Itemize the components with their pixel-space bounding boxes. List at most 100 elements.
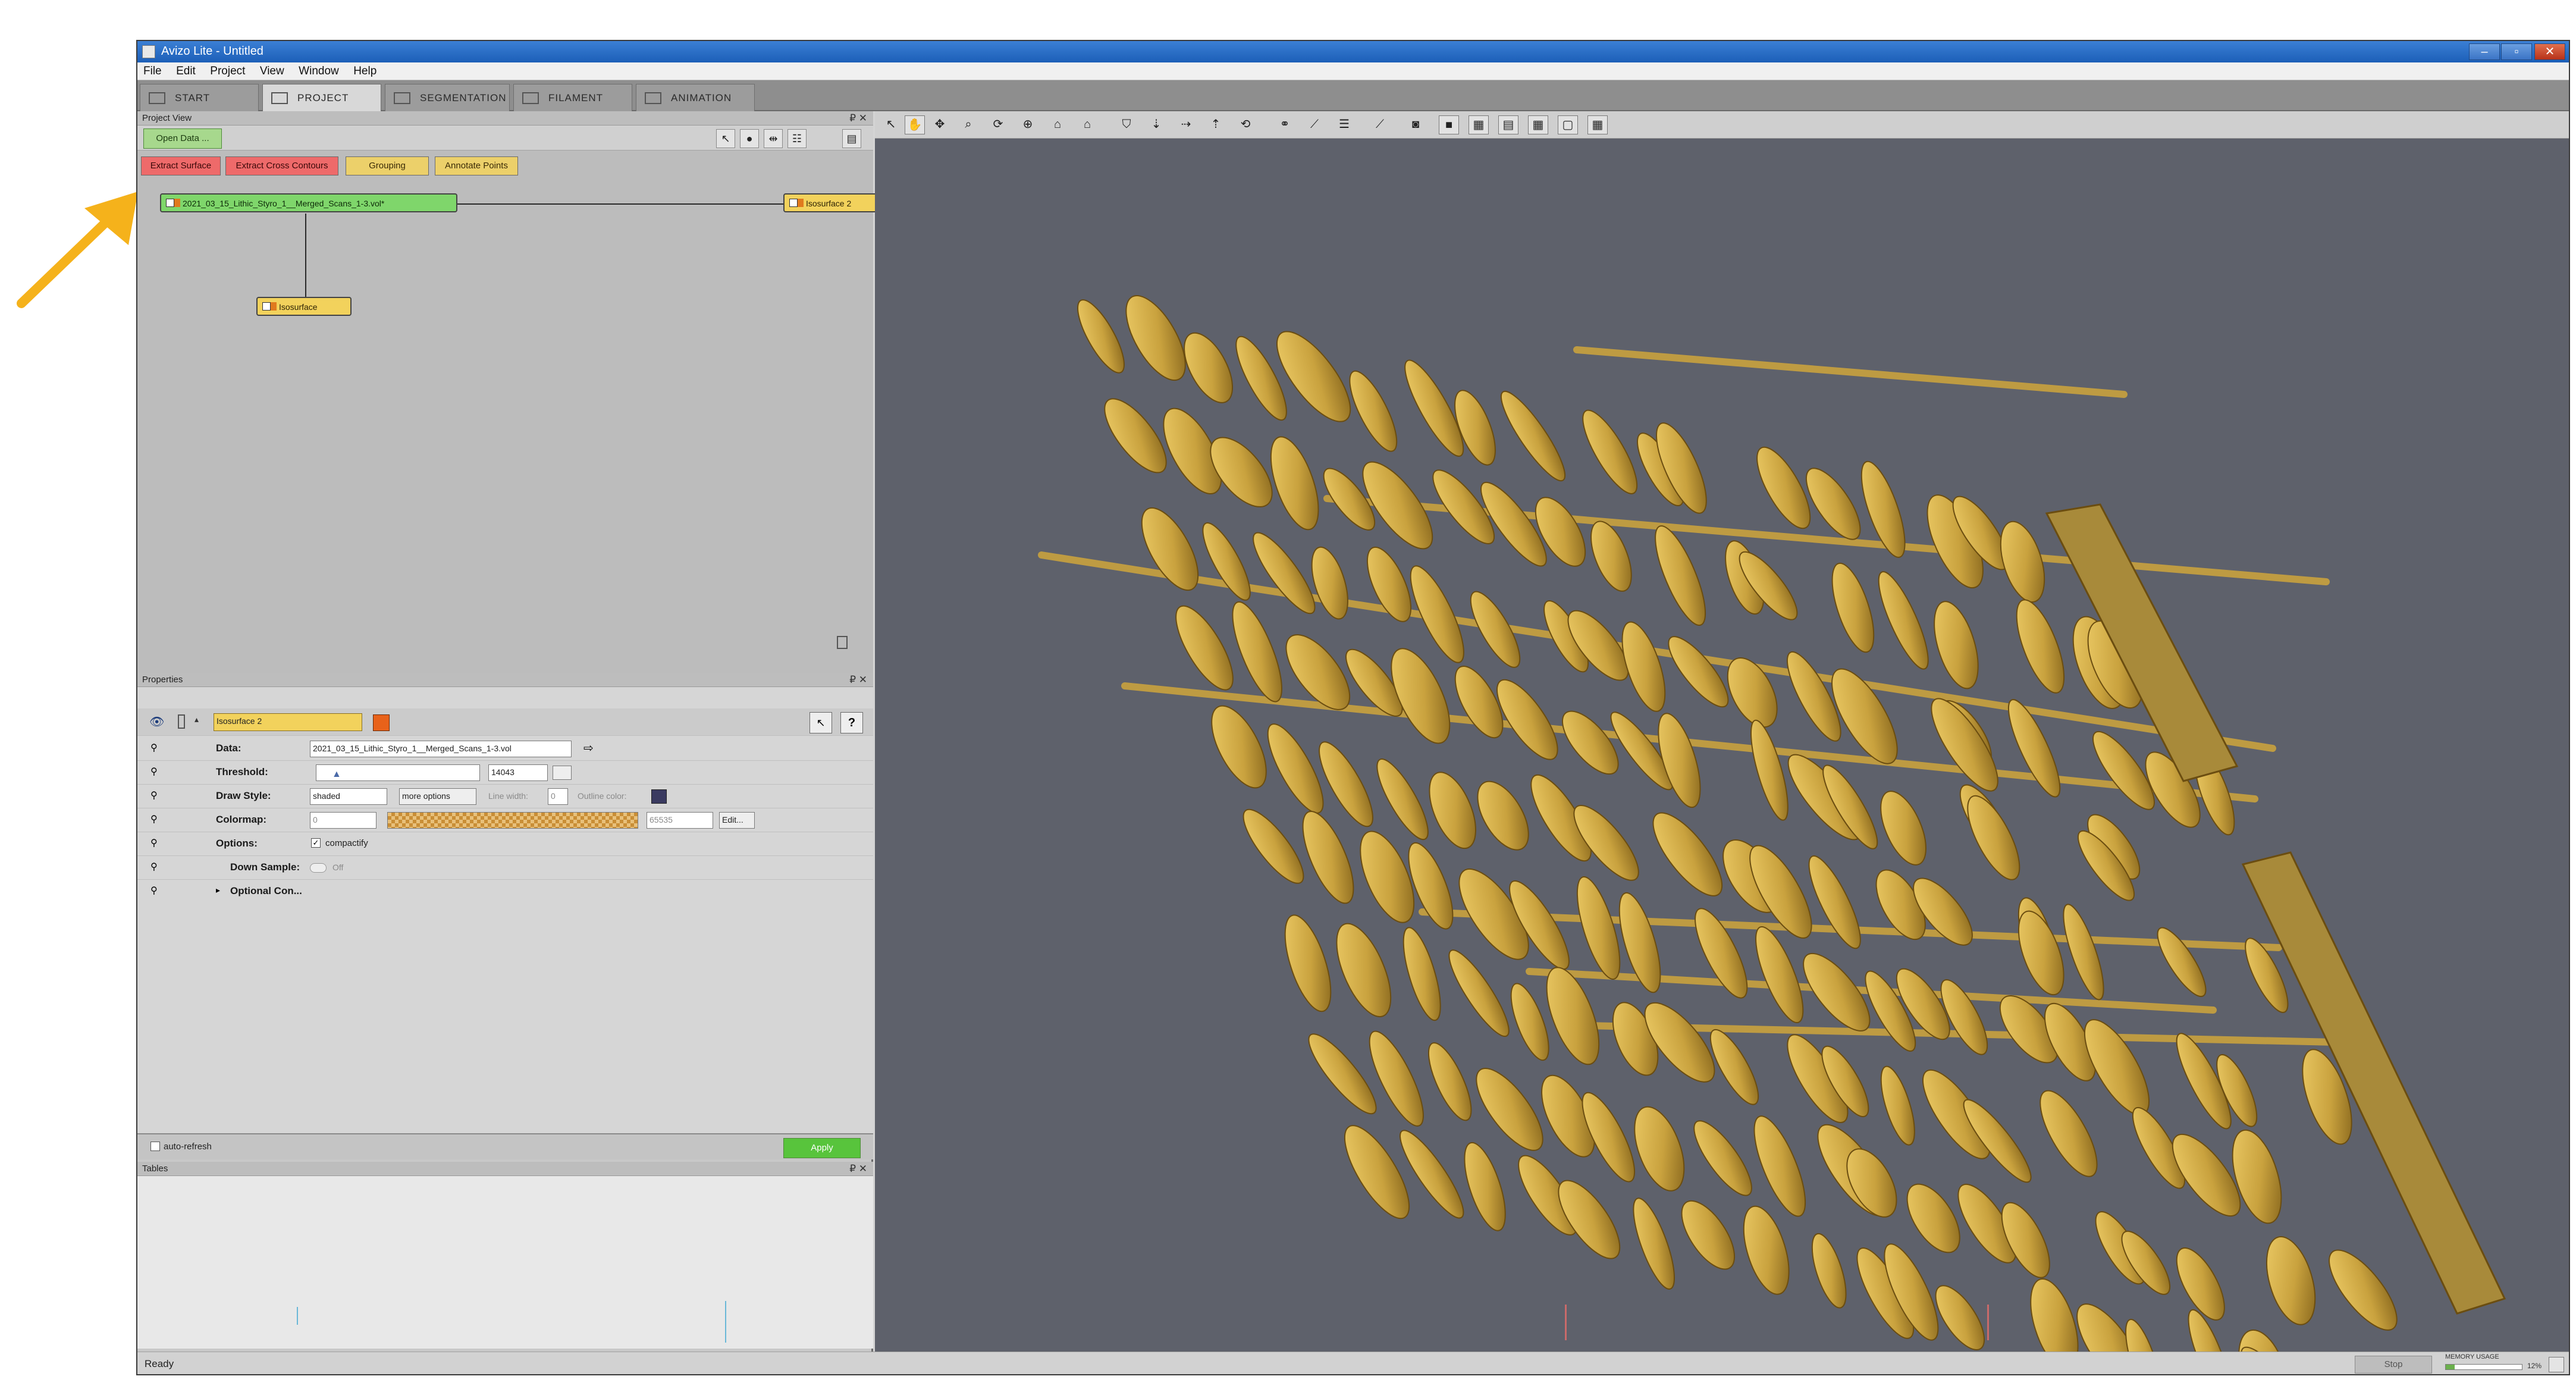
grouping-button[interactable]: Grouping — [346, 156, 429, 175]
menu-edit[interactable]: Edit — [170, 62, 202, 80]
visibility-checkbox[interactable] — [789, 199, 798, 207]
pin-icon[interactable]: ⚲ — [150, 861, 159, 874]
set-home-icon[interactable]: ⌂ — [1077, 115, 1097, 134]
pointer-icon[interactable]: ↖ — [881, 115, 901, 134]
view-y-icon[interactable]: ⇢ — [1176, 115, 1196, 134]
single-viewer-icon[interactable]: ■ — [1439, 115, 1459, 134]
threshold-slider[interactable]: ▲ — [316, 764, 480, 781]
outline-color-swatch[interactable] — [651, 789, 667, 804]
line-width-input[interactable]: 0 — [548, 788, 568, 805]
minimize-button[interactable]: – — [2469, 43, 2500, 60]
snapshot-icon[interactable]: ◙ — [1405, 115, 1426, 134]
pin-icon[interactable]: ⚲ — [150, 766, 159, 779]
compactify-checkbox[interactable]: ✓ — [311, 838, 321, 848]
isosurface-2-node[interactable]: Isosurface 2 — [783, 193, 888, 212]
close-button[interactable]: ✕ — [2534, 43, 2565, 60]
pin-icon[interactable]: ⚲ — [150, 837, 159, 850]
visibility-checkbox[interactable] — [166, 199, 174, 207]
home-view-icon[interactable]: ⌂ — [1047, 115, 1068, 134]
trackball-icon[interactable]: ✋ — [905, 115, 925, 134]
isosurface-node[interactable]: Isosurface — [256, 297, 352, 316]
fullscreen-icon[interactable]: ▢ — [1558, 115, 1578, 134]
eye-icon[interactable]: 👁 — [149, 714, 164, 729]
auto-refresh-checkbox[interactable] — [150, 1142, 160, 1151]
3d-viewer[interactable] — [875, 139, 2569, 1352]
tab-segmentation[interactable]: SEGMENTATION — [385, 84, 510, 111]
pin-icon[interactable]: ⚲ — [150, 742, 159, 755]
tree-icon[interactable]: ☷ — [787, 129, 807, 148]
extract-surface-button[interactable]: Extract Surface — [141, 156, 221, 175]
rotate-view-icon[interactable]: ⟲ — [1235, 115, 1256, 134]
apply-button[interactable]: Apply — [783, 1138, 861, 1158]
seek-icon[interactable]: ⊕ — [1018, 115, 1038, 134]
menu-help[interactable]: Help — [347, 62, 382, 80]
two-viewer-icon[interactable]: ▦ — [1469, 115, 1489, 134]
menu-view[interactable]: View — [254, 62, 290, 80]
properties-pane-controls[interactable]: ₽ ✕ — [849, 673, 867, 687]
more-options-button[interactable]: more options — [399, 788, 476, 805]
node-icon[interactable]: ● — [740, 129, 759, 148]
console-toggle-icon[interactable] — [2549, 1357, 2564, 1372]
probe-menu-icon[interactable]: ⟋ — [1370, 115, 1390, 134]
data-node[interactable]: 2021_03_15_Lithic_Styro_1__Merged_Scans_… — [160, 193, 457, 212]
rotate-icon[interactable]: ⟳ — [988, 115, 1008, 134]
colormap-edit-button[interactable]: Edit... — [719, 812, 755, 829]
help-icon[interactable]: ? — [840, 712, 863, 733]
pin-icon[interactable]: ⚲ — [150, 789, 159, 802]
maximize-button[interactable]: ▫ — [2501, 43, 2532, 60]
tab-filament-label: FILAMENT — [548, 92, 604, 104]
colormap-min-input[interactable]: 0 — [310, 812, 376, 829]
project-view[interactable]: Open Data ... ↖ ● ⇹ ☷ ▤ Extract Surface … — [137, 126, 888, 673]
menu-project[interactable]: Project — [204, 62, 251, 80]
flake — [1077, 299, 1125, 374]
module-color-swatch[interactable] — [373, 714, 390, 731]
project-view-pane-controls[interactable]: ₽ ✕ — [849, 111, 867, 126]
down-sample-toggle[interactable] — [310, 863, 327, 873]
memory-usage-bar — [2445, 1364, 2522, 1370]
threshold-input[interactable]: 14043 — [488, 764, 548, 781]
threshold-option-button[interactable] — [553, 766, 572, 780]
zoom-icon[interactable]: ⌕ — [958, 115, 978, 134]
measure-icon[interactable]: ⟋ — [1304, 115, 1325, 134]
arrow-right-icon[interactable]: ⇨ — [583, 741, 594, 755]
visibility-checkbox[interactable] — [262, 302, 271, 311]
expand-icon[interactable]: ▸ — [216, 885, 220, 895]
tab-animation[interactable]: ANIMATION — [636, 84, 755, 111]
tables-pane-controls[interactable]: ₽ ✕ — [849, 1162, 867, 1176]
trash-icon[interactable] — [837, 636, 848, 649]
menu-file[interactable]: File — [137, 62, 168, 80]
stop-button[interactable]: Stop — [2355, 1356, 2432, 1374]
open-data-button[interactable]: Open Data ... — [143, 128, 222, 149]
colormap-max-input[interactable]: 65535 — [647, 812, 713, 829]
layout-icon[interactable]: ▤ — [842, 129, 861, 148]
view-z-icon[interactable]: ⇡ — [1206, 115, 1226, 134]
draw-style-select[interactable]: shaded — [310, 788, 387, 805]
cursor-icon[interactable]: ↖ — [809, 712, 832, 733]
support-rod — [1573, 346, 2128, 398]
data-select[interactable]: 2021_03_15_Lithic_Styro_1__Merged_Scans_… — [310, 741, 572, 757]
tab-start[interactable]: START — [140, 84, 259, 111]
workroom-tabs: START PROJECT SEGMENTATION FILAMENT ANIM… — [137, 80, 2569, 111]
layout-menu-icon[interactable]: ☰ — [1334, 115, 1354, 134]
pin-icon[interactable]: ⚲ — [150, 885, 159, 898]
four-viewer-icon[interactable]: ▦ — [1528, 115, 1548, 134]
two-viewer-vertical-icon[interactable]: ▤ — [1498, 115, 1518, 134]
tab-project[interactable]: PROJECT — [262, 84, 381, 111]
pin-icon[interactable] — [178, 714, 185, 729]
collapse-icon[interactable]: ▴ — [194, 714, 199, 725]
connect-icon[interactable]: ⇹ — [764, 129, 783, 148]
menu-window[interactable]: Window — [293, 62, 345, 80]
color-chip — [271, 302, 277, 311]
colormap-bar[interactable] — [387, 812, 638, 829]
stereo-icon[interactable]: ⚭ — [1275, 115, 1295, 134]
view-x-icon[interactable]: ⇣ — [1146, 115, 1166, 134]
tab-filament[interactable]: FILAMENT — [513, 84, 632, 111]
pointer-icon[interactable]: ↖ — [716, 129, 735, 148]
pin-icon[interactable]: ⚲ — [150, 813, 159, 826]
module-name-field[interactable]: Isosurface 2 — [214, 713, 362, 731]
view-all-icon[interactable]: ⛉ — [1116, 115, 1137, 134]
grid-icon[interactable]: ▦ — [1587, 115, 1608, 134]
extract-cross-contours-button[interactable]: Extract Cross Contours — [225, 156, 338, 175]
annotate-points-button[interactable]: Annotate Points — [435, 156, 518, 175]
pan-icon[interactable]: ✥ — [930, 115, 950, 134]
